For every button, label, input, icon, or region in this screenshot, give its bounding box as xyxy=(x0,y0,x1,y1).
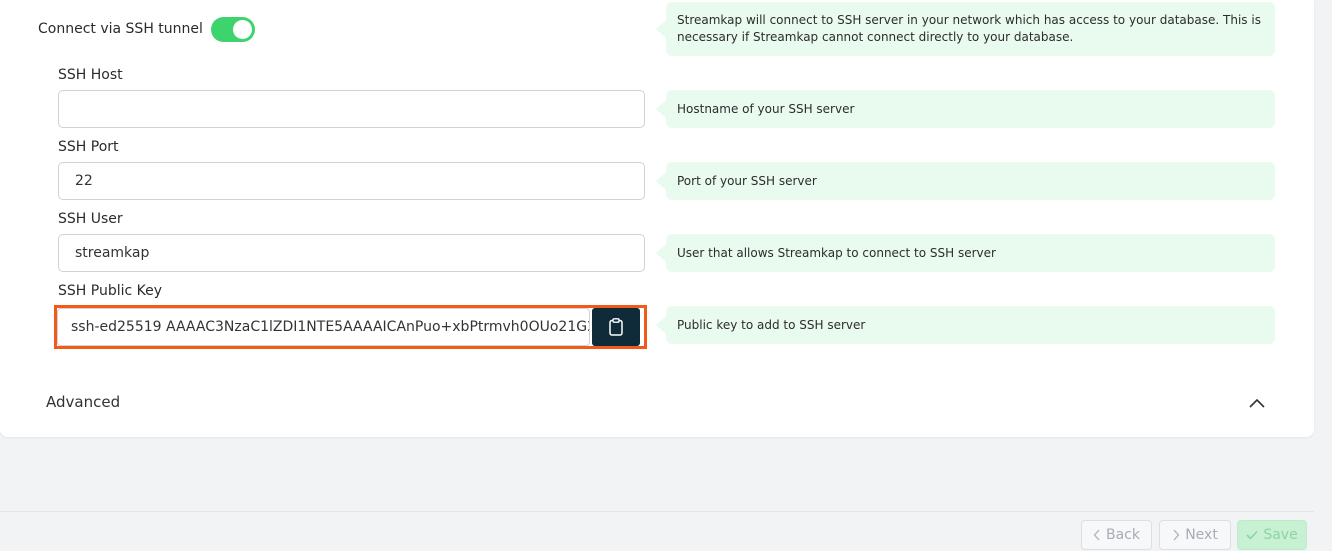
toggle-knob xyxy=(232,19,252,39)
back-button-label: Back xyxy=(1106,527,1140,543)
ssh-user-hint: User that allows Streamkap to connect to… xyxy=(656,234,1275,272)
ssh-public-key-hint-text: Public key to add to SSH server xyxy=(677,317,866,332)
ssh-tunnel-hint-text: Streamkap will connect to SSH server in … xyxy=(677,13,1261,44)
ssh-user-input[interactable]: streamkap xyxy=(58,234,645,272)
ssh-host-hint: Hostname of your SSH server xyxy=(656,90,1275,128)
ssh-tunnel-hint: Streamkap will connect to SSH server in … xyxy=(656,2,1275,56)
ssh-host-input[interactable] xyxy=(58,90,645,128)
ssh-host-hint-text: Hostname of your SSH server xyxy=(677,101,855,116)
ssh-public-key-label: SSH Public Key xyxy=(58,283,163,299)
chevron-left-icon xyxy=(1093,529,1100,541)
ssh-tunnel-label: Connect via SSH tunnel xyxy=(38,21,203,37)
ssh-port-input[interactable]: 22 xyxy=(58,162,645,200)
clipboard-icon xyxy=(609,318,623,336)
ssh-tunnel-row: Connect via SSH tunnel xyxy=(38,16,255,42)
ssh-user-hint-text: User that allows Streamkap to connect to… xyxy=(677,245,996,260)
save-button[interactable]: Save xyxy=(1237,520,1307,550)
next-button[interactable]: Next xyxy=(1159,520,1231,550)
ssh-settings-card: Connect via SSH tunnel Streamkap will co… xyxy=(0,0,1314,437)
copy-public-key-button[interactable] xyxy=(592,308,640,346)
ssh-tunnel-toggle[interactable] xyxy=(210,16,255,42)
ssh-public-key-hint: Public key to add to SSH server xyxy=(656,306,1275,344)
ssh-host-label: SSH Host xyxy=(58,67,123,83)
chevron-up-icon[interactable] xyxy=(1248,396,1266,410)
ssh-user-label: SSH User xyxy=(58,211,123,227)
checkmark-icon xyxy=(1246,530,1258,540)
ssh-public-key-highlight: ssh-ed25519 AAAAC3NzaC1lZDI1NTE5AAAAICAn… xyxy=(54,305,647,349)
ssh-port-hint: Port of your SSH server xyxy=(656,162,1275,200)
next-button-label: Next xyxy=(1185,527,1218,543)
ssh-port-hint-text: Port of your SSH server xyxy=(677,173,817,188)
ssh-port-label: SSH Port xyxy=(58,139,119,155)
save-button-label: Save xyxy=(1263,527,1298,543)
ssh-public-key-input[interactable]: ssh-ed25519 AAAAC3NzaC1lZDI1NTE5AAAAICAn… xyxy=(57,308,590,346)
advanced-section-toggle[interactable]: Advanced xyxy=(46,393,120,411)
chevron-right-icon xyxy=(1173,529,1180,541)
back-button[interactable]: Back xyxy=(1081,520,1152,550)
